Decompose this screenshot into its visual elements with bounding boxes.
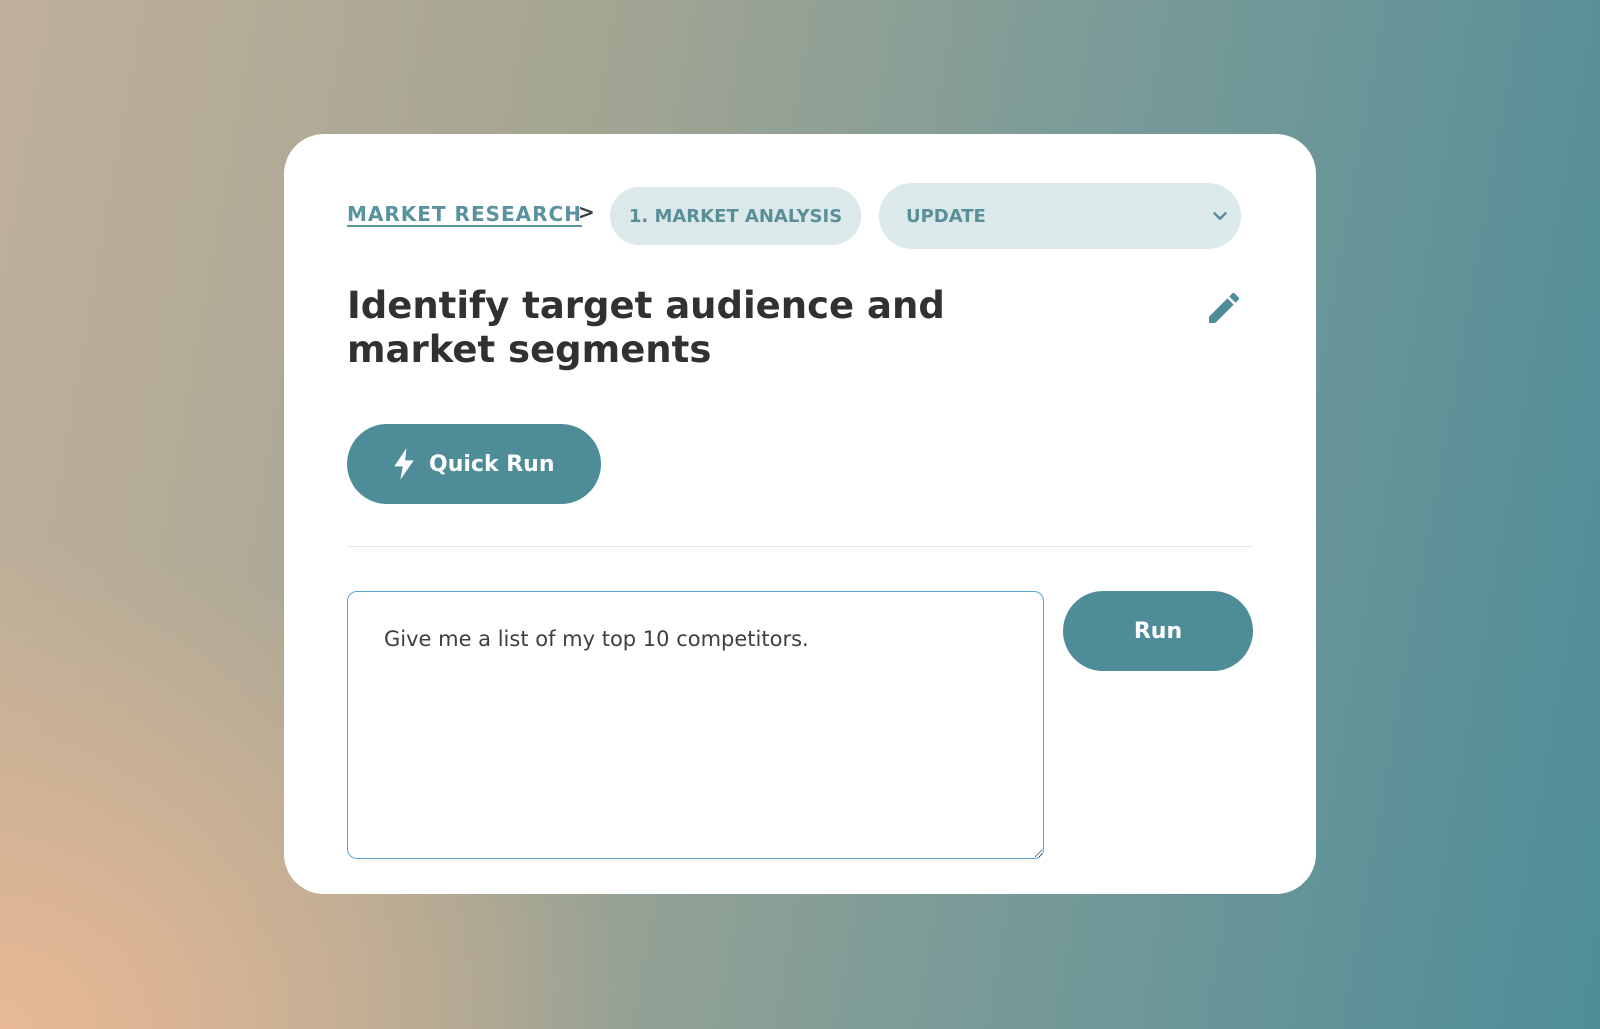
section-divider [347, 546, 1253, 547]
prompt-input[interactable]: Give me a list of my top 10 competitors. [347, 591, 1044, 859]
chevron-down-icon [1213, 212, 1227, 220]
step-pill-label: 1. MARKET ANALYSIS [628, 205, 843, 227]
status-select[interactable]: UPDATE [879, 183, 1241, 249]
breadcrumb-link-market-research[interactable]: MARKET RESEARCH [347, 202, 582, 226]
step-pill-market-analysis[interactable]: 1. MARKET ANALYSIS [610, 187, 861, 245]
run-label: Run [1133, 618, 1183, 644]
quick-run-label: Quick Run [429, 451, 555, 477]
pencil-icon [1209, 292, 1240, 323]
lightning-bolt-icon [394, 448, 414, 480]
status-select-value: UPDATE [906, 205, 986, 227]
run-button[interactable]: Run [1063, 591, 1253, 671]
breadcrumb: MARKET RESEARCH > 1. MARKET ANALYSIS UPD… [347, 183, 1253, 249]
breadcrumb-separator: > [578, 200, 595, 224]
edit-title-button[interactable] [1204, 288, 1244, 328]
page-title: Identify target audience and market segm… [347, 284, 945, 371]
task-card: MARKET RESEARCH > 1. MARKET ANALYSIS UPD… [284, 134, 1316, 894]
quick-run-button[interactable]: Quick Run [347, 424, 601, 504]
